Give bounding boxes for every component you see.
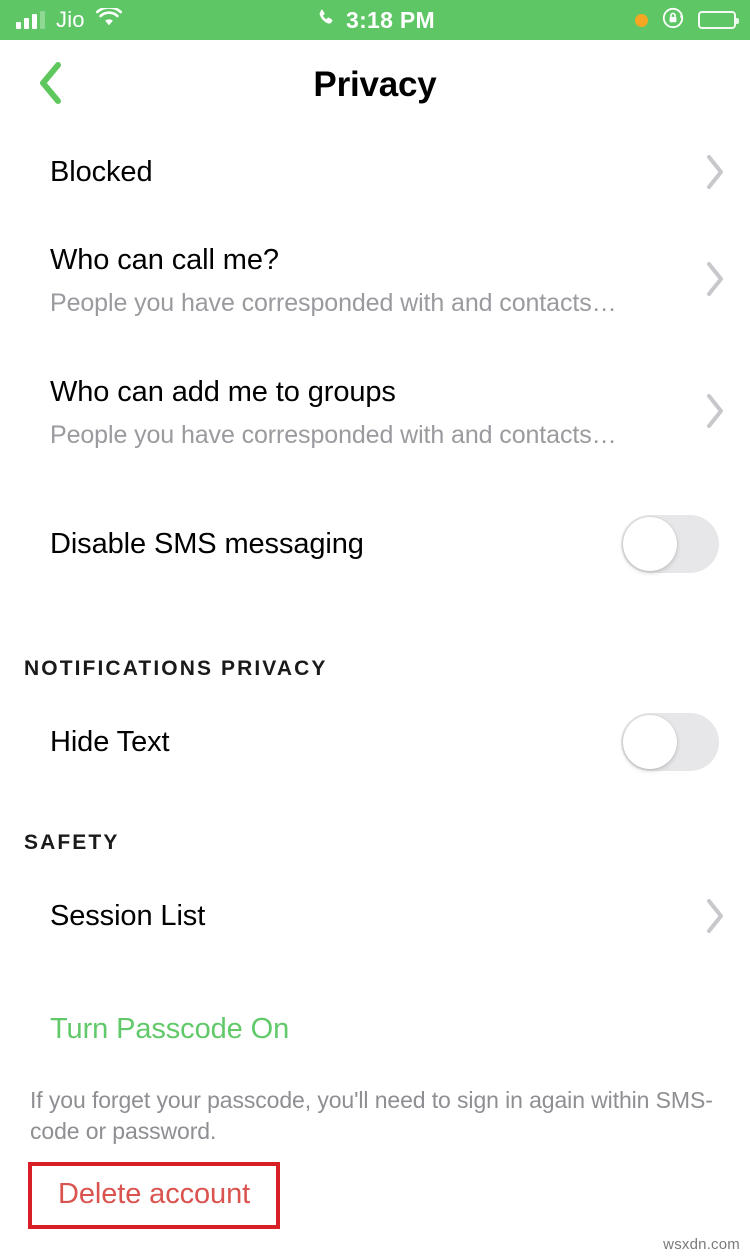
delete-account-highlight: Delete account <box>0 1162 750 1229</box>
row-who-can-call-me-subtitle: People you have corresponded with and co… <box>50 289 617 318</box>
chevron-right-icon <box>704 260 726 298</box>
back-button[interactable] <box>18 53 82 117</box>
battery-icon <box>698 11 739 29</box>
row-who-can-add-me-to-groups-title: Who can add me to groups <box>50 376 396 408</box>
row-blocked[interactable]: Blocked <box>0 140 750 204</box>
navigation-bar: Privacy <box>0 40 750 130</box>
row-hide-text-text: Hide Text <box>50 724 621 760</box>
chevron-right-icon <box>704 392 726 430</box>
section-header-safety: SAFETY <box>24 831 120 854</box>
delete-account-box[interactable]: Delete account <box>28 1162 281 1229</box>
passcode-footnote: If you forget your passcode, you'll need… <box>30 1087 713 1145</box>
row-disable-sms-messaging[interactable]: Disable SMS messaging <box>0 512 750 576</box>
page-title: Privacy <box>313 65 437 104</box>
row-who-can-add-me-to-groups-subtitle: People you have corresponded with and co… <box>50 421 617 450</box>
recording-dot-icon <box>635 13 648 27</box>
row-disable-sms-messaging-title: Disable SMS messaging <box>50 527 364 560</box>
row-disable-sms-messaging-text: Disable SMS messaging <box>50 526 621 562</box>
status-bar-right <box>376 6 750 35</box>
chevron-right-icon <box>704 153 726 191</box>
row-who-can-call-me[interactable]: Who can call me? People you have corresp… <box>0 238 750 330</box>
section-header-notifications-privacy: NOTIFICATIONS PRIVACY <box>24 657 328 680</box>
chevron-right-icon <box>704 897 726 935</box>
row-who-can-add-me-to-groups-text: Who can add me to groups People you have… <box>50 374 704 452</box>
row-session-list-title: Session List <box>50 899 206 932</box>
row-hide-text[interactable]: Hide Text <box>0 710 750 774</box>
hide-text-toggle[interactable] <box>621 713 719 771</box>
rotation-lock-icon <box>661 6 685 35</box>
chevron-left-icon <box>35 60 65 111</box>
row-session-list[interactable]: Session List <box>0 884 750 948</box>
carrier-name: Jio <box>56 7 85 32</box>
row-who-can-call-me-text: Who can call me? People you have corresp… <box>50 242 704 320</box>
signal-bars-icon <box>16 10 45 29</box>
row-who-can-add-me-to-groups[interactable]: Who can add me to groups People you have… <box>0 370 750 462</box>
toggle-knob <box>623 715 677 769</box>
disable-sms-messaging-toggle[interactable] <box>621 515 719 573</box>
delete-account-button[interactable]: Delete account <box>58 1178 250 1210</box>
row-session-list-text: Session List <box>50 898 704 934</box>
row-who-can-call-me-title: Who can call me? <box>50 244 279 276</box>
row-hide-text-title: Hide Text <box>50 725 170 758</box>
toggle-knob <box>623 517 677 571</box>
watermark: wsxdn.com <box>663 1236 740 1253</box>
wifi-icon <box>95 6 122 32</box>
status-bar-left: Jio <box>0 6 376 32</box>
row-blocked-text: Blocked <box>50 154 704 190</box>
turn-passcode-on-button[interactable]: Turn Passcode On <box>0 1013 750 1046</box>
privacy-settings-screen: Jio 3:18 PM Privacy Blocked Who can call… <box>0 0 750 1260</box>
status-bar: Jio 3:18 PM <box>0 0 750 40</box>
row-blocked-title: Blocked <box>50 155 153 188</box>
